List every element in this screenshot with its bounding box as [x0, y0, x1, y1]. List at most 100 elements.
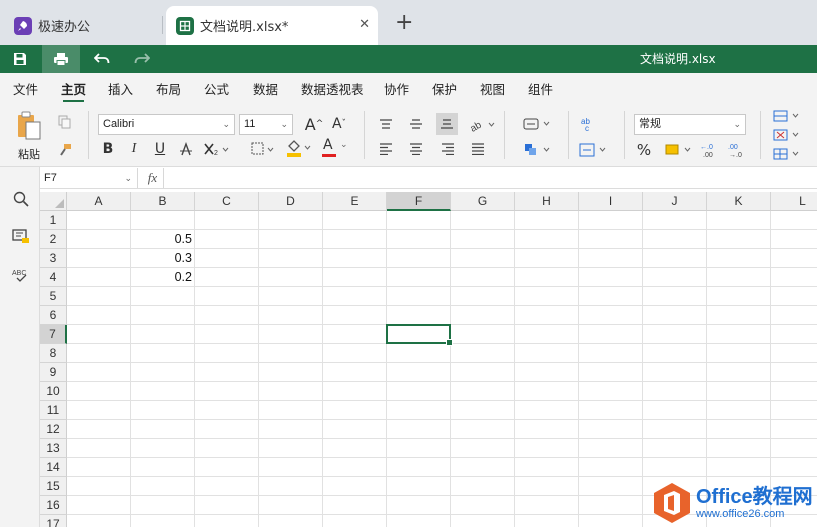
cell-b3[interactable]: 0.3 — [131, 249, 195, 268]
subscript-icon[interactable]: 2 — [202, 139, 232, 159]
column-header-f[interactable]: F — [387, 192, 451, 211]
row-header-12[interactable]: 12 — [40, 420, 67, 439]
font-color-button[interactable]: A ⌄ — [320, 137, 350, 159]
fill-color-icon[interactable] — [284, 137, 314, 159]
column-header-d[interactable]: D — [259, 192, 323, 211]
row-header-17[interactable]: 17 — [40, 515, 67, 527]
column-header-a[interactable]: A — [67, 192, 131, 211]
formula-input[interactable] — [168, 168, 808, 188]
column-header-c[interactable]: C — [195, 192, 259, 211]
row-header-10[interactable]: 10 — [40, 382, 67, 401]
spell-check-icon[interactable]: ab c — [578, 114, 600, 134]
watermark-url: www.office26.com — [696, 507, 785, 520]
print-icon[interactable] — [42, 45, 80, 73]
font-name-select[interactable]: Calibri ⌄ — [98, 114, 235, 135]
menu-data[interactable]: 数据 — [253, 79, 278, 98]
align-right-icon[interactable] — [438, 140, 458, 158]
menu-formula[interactable]: 公式 — [204, 79, 229, 98]
strikethrough-icon[interactable] — [176, 139, 196, 159]
paste-icon[interactable] — [12, 111, 46, 141]
spreadsheet-grid[interactable]: ABCDEFGHIJKL 1 2 3 4 5 6 7 8 9 10 11 12 13 14 15 16 17 0… — [40, 192, 817, 527]
font-size-select[interactable]: 11 ⌄ — [239, 114, 293, 135]
row-header-11[interactable]: 11 — [40, 401, 67, 420]
row-header-6[interactable]: 6 — [40, 306, 67, 325]
tab-home[interactable]: 极速办公 — [0, 6, 162, 45]
format-cells-icon[interactable] — [772, 146, 802, 162]
row-header-2[interactable]: 2 — [40, 230, 67, 249]
row-header-5[interactable]: 5 — [40, 287, 67, 306]
menu-components[interactable]: 组件 — [528, 79, 553, 98]
search-icon[interactable] — [10, 188, 32, 210]
decrease-decimal-icon[interactable]: ←.0.00 — [698, 140, 718, 160]
text-orientation-icon[interactable]: ab — [468, 114, 498, 134]
row-header-7[interactable]: 7 — [40, 325, 67, 344]
redo-icon[interactable] — [124, 45, 160, 73]
column-header-k[interactable]: K — [707, 192, 771, 211]
column-header-h[interactable]: H — [515, 192, 579, 211]
menu-view[interactable]: 视图 — [480, 79, 505, 98]
row-header-16[interactable]: 16 — [40, 496, 67, 515]
row-header-14[interactable]: 14 — [40, 458, 67, 477]
ribbon-divider — [624, 111, 625, 159]
comment-icon[interactable] — [10, 226, 32, 248]
active-cell[interactable] — [386, 324, 453, 346]
insert-cells-icon[interactable] — [772, 108, 802, 124]
function-icon[interactable]: fx — [142, 168, 164, 188]
copy-icon[interactable] — [56, 113, 74, 131]
column-header-e[interactable]: E — [323, 192, 387, 211]
column-header-g[interactable]: G — [451, 192, 515, 211]
italic-button[interactable]: I — [124, 139, 144, 159]
align-center-icon[interactable] — [406, 140, 426, 158]
column-header-b[interactable]: B — [131, 192, 195, 211]
percent-button[interactable]: % — [634, 139, 654, 161]
menu-pivot[interactable]: 数据透视表 — [301, 79, 364, 98]
add-tab-button[interactable]: + — [395, 12, 413, 34]
column-header-l[interactable]: L — [771, 192, 817, 211]
tab-document[interactable]: 文档说明.xlsx* ✕ — [166, 6, 378, 45]
increase-decimal-icon[interactable]: .00 →.0 — [726, 140, 746, 160]
spellcheck-icon[interactable]: ABC — [10, 264, 32, 286]
menu-insert[interactable]: 插入 — [108, 79, 133, 98]
currency-icon[interactable] — [664, 140, 694, 160]
justify-icon[interactable] — [468, 140, 488, 158]
row-header-13[interactable]: 13 — [40, 439, 67, 458]
select-all-corner[interactable] — [40, 192, 67, 211]
cell-b2[interactable]: 0.5 — [131, 230, 195, 249]
menu-home[interactable]: 主页 — [61, 79, 86, 102]
align-left-icon[interactable] — [376, 140, 396, 158]
align-middle-icon[interactable] — [406, 115, 426, 133]
close-icon[interactable]: ✕ — [359, 17, 370, 32]
row-header-9[interactable]: 9 — [40, 363, 67, 382]
wrap-text-icon[interactable] — [522, 114, 554, 134]
menu-collab[interactable]: 协作 — [384, 79, 409, 98]
align-bottom-icon[interactable] — [436, 113, 458, 135]
number-format-select[interactable]: 常规 ⌄ — [634, 114, 746, 135]
convert-icon[interactable] — [578, 140, 610, 160]
save-icon[interactable] — [2, 45, 38, 73]
menu-file[interactable]: 文件 — [13, 79, 38, 98]
menu-protect[interactable]: 保护 — [432, 79, 457, 98]
align-top-icon[interactable] — [376, 115, 396, 133]
column-header-i[interactable]: I — [579, 192, 643, 211]
bold-button[interactable]: B — [98, 139, 118, 159]
name-box[interactable]: F7 ⌄ — [40, 168, 138, 188]
format-painter-icon[interactable] — [56, 141, 74, 159]
menu-layout[interactable]: 布局 — [156, 79, 181, 98]
row-header-4[interactable]: 4 — [40, 268, 67, 287]
delete-cells-icon[interactable] — [772, 127, 802, 143]
cell-style-icon[interactable] — [522, 140, 554, 160]
quick-access-bar: 文档说明.xlsx — [0, 45, 817, 73]
row-header-1[interactable]: 1 — [40, 211, 67, 230]
underline-button[interactable]: U — [150, 139, 170, 159]
row-header-8[interactable]: 8 — [40, 344, 67, 363]
borders-icon[interactable] — [250, 139, 278, 159]
grow-font-button[interactable]: A ^ — [303, 113, 325, 135]
shrink-font-button[interactable]: Aˇ — [328, 113, 350, 135]
row-header-15[interactable]: 15 — [40, 477, 67, 496]
column-header-j[interactable]: J — [643, 192, 707, 211]
undo-icon[interactable] — [84, 45, 120, 73]
cell-b4[interactable]: 0.2 — [131, 268, 195, 287]
gridline-vertical — [450, 211, 451, 527]
row-header-3[interactable]: 3 — [40, 249, 67, 268]
svg-text:←.0: ←.0 — [700, 144, 713, 151]
